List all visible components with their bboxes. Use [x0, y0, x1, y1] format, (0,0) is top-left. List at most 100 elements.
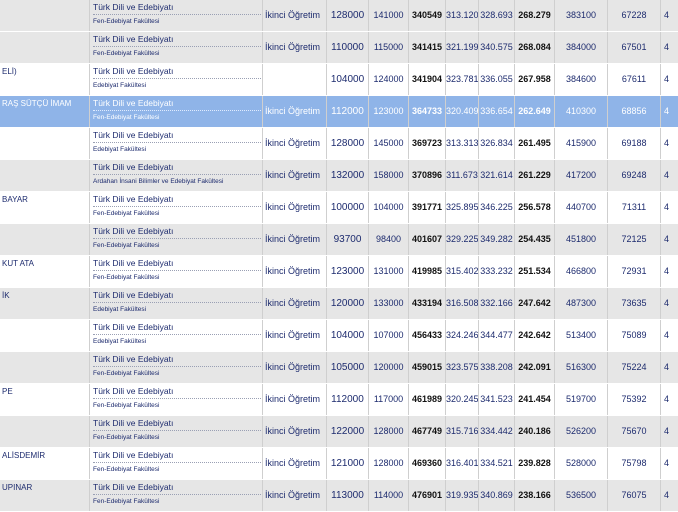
value-cell-8: 68856 [607, 96, 660, 127]
value-cell-2: 128000 [368, 416, 408, 447]
program-name-link[interactable]: Türk Dili ve Edebiyatı [93, 482, 261, 495]
base-score-cell: 238.166 [514, 480, 554, 511]
faculty-name: Fen-Edebiyat Fakültesi [93, 242, 160, 249]
program-name-link[interactable]: Türk Dili ve Edebiyatı [93, 98, 261, 111]
program-name-link[interactable]: Türk Dili ve Edebiyatı [93, 2, 261, 15]
value-cell-7: 410300 [554, 96, 607, 127]
value-cell-1: 128000 [326, 0, 368, 31]
score-cell-2: 344.477 [478, 320, 514, 351]
program-cell: Türk Dili ve Edebiyatı Fen-Edebiyat Fakül… [89, 96, 262, 127]
program-name-link[interactable]: Türk Dili ve Edebiyatı [93, 226, 261, 239]
table-row[interactable]: İK Türk Dili ve Edebiyatı Edebiyat Fakülte… [0, 288, 678, 320]
table-row[interactable]: Türk Dili ve Edebiyatı Fen-Edebiyat Fakül… [0, 32, 678, 64]
program-name-link[interactable]: Türk Dili ve Edebiyatı [93, 258, 261, 271]
table-row[interactable]: Türk Dili ve Edebiyatı Edebiyat Fakültesi… [0, 128, 678, 160]
education-type-cell: İkinci Öğretim [262, 32, 326, 63]
table-row[interactable]: Türk Dili ve Edebiyatı Edebiyat Fakültesi… [0, 320, 678, 352]
university-name-cell: RAŞ SÜTÇÜ İMAM [2, 99, 72, 108]
table-row[interactable]: UPINAR Türk Dili ve Edebiyatı Fen-Edebiyat… [0, 480, 678, 512]
value-cell-9: 4 [660, 352, 678, 383]
value-cell-9: 4 [660, 64, 678, 95]
program-name-link[interactable]: Türk Dili ve Edebiyatı [93, 450, 261, 463]
program-cell: Türk Dili ve Edebiyatı Edebiyat Fakültesi [89, 320, 262, 351]
table-row[interactable]: Türk Dili ve Edebiyatı Fen-Edebiyat Fakül… [0, 224, 678, 256]
score-cell-1: 313.120 [445, 0, 479, 31]
program-name-link[interactable]: Türk Dili ve Edebiyatı [93, 130, 261, 143]
value-cell-8: 73635 [607, 288, 660, 319]
program-name-link[interactable]: Türk Dili ve Edebiyatı [93, 162, 261, 175]
university-name-cell [0, 224, 89, 255]
base-score-cell: 242.642 [514, 320, 554, 351]
value-cell-2: 115000 [368, 32, 408, 63]
table-row[interactable]: BAYAR Türk Dili ve Edebiyatı Fen-Edebiyat … [0, 192, 678, 224]
score-cell-1: 323.575 [445, 352, 479, 383]
success-rank-cell: 433194 [408, 288, 445, 319]
value-cell-8: 71311 [607, 192, 660, 223]
value-cell-2: 141000 [368, 0, 408, 31]
score-cell-2: 334.521 [478, 448, 514, 479]
program-cell: Türk Dili ve Edebiyatı Edebiyat Fakültesi [89, 64, 262, 95]
value-cell-7: 536500 [554, 480, 607, 511]
success-rank-cell: 469360 [408, 448, 445, 479]
education-type-cell: İkinci Öğretim [262, 352, 326, 383]
value-cell-8: 67611 [607, 64, 660, 95]
value-cell-9: 4 [660, 192, 678, 223]
program-name-link[interactable]: Türk Dili ve Edebiyatı [93, 34, 261, 47]
score-cell-2: 346.225 [478, 192, 514, 223]
value-cell-1: 128000 [326, 128, 368, 159]
program-name-link[interactable]: Türk Dili ve Edebiyatı [93, 290, 261, 303]
value-cell-9: 4 [660, 480, 678, 511]
university-name-cell [0, 352, 89, 383]
program-name-link[interactable]: Türk Dili ve Edebiyatı [93, 386, 261, 399]
university-name-cell [0, 160, 89, 191]
faculty-name: Fen-Edebiyat Fakültesi [93, 114, 160, 121]
base-score-cell: 268.084 [514, 32, 554, 63]
success-rank-cell: 340549 [408, 0, 445, 31]
education-type-cell: İkinci Öğretim [262, 128, 326, 159]
value-cell-8: 75670 [607, 416, 660, 447]
program-name-link[interactable]: Türk Dili ve Edebiyatı [93, 322, 261, 335]
table-row[interactable]: KUT ATA Türk Dili ve Edebiyatı Fen-Edebiya… [0, 256, 678, 288]
table-row[interactable]: Türk Dili ve Edebiyatı Fen-Edebiyat Fakül… [0, 352, 678, 384]
value-cell-9: 4 [660, 128, 678, 159]
base-score-cell: 261.229 [514, 160, 554, 191]
table-row[interactable]: RAŞ SÜTÇÜ İMAM Türk Dili ve Edebiyatı Fen-… [0, 96, 678, 128]
value-cell-7: 440700 [554, 192, 607, 223]
value-cell-9: 4 [660, 320, 678, 351]
program-name-link[interactable]: Türk Dili ve Edebiyatı [93, 418, 261, 431]
table-row[interactable]: ELİ) Türk Dili ve Edebiyatı Edebiyat Fakül… [0, 64, 678, 96]
program-name-link[interactable]: Türk Dili ve Edebiyatı [93, 194, 261, 207]
table-row[interactable]: PE Türk Dili ve Edebiyatı Fen-Edebiyat Fak… [0, 384, 678, 416]
score-cell-2: 336.654 [478, 96, 514, 127]
university-name-cell: İK [2, 291, 10, 300]
faculty-name: Edebiyat Fakültesi [93, 146, 147, 153]
score-cell-2: 341.523 [478, 384, 514, 415]
value-cell-7: 417200 [554, 160, 607, 191]
value-cell-9: 4 [660, 416, 678, 447]
value-cell-7: 487300 [554, 288, 607, 319]
table-row[interactable]: Türk Dili ve Edebiyatı Fen-Edebiyat Fakül… [0, 0, 678, 32]
education-type-cell: İkinci Öğretim [262, 288, 326, 319]
success-rank-cell: 459015 [408, 352, 445, 383]
success-rank-cell: 341415 [408, 32, 445, 63]
faculty-name: Fen-Edebiyat Fakültesi [93, 274, 160, 281]
program-cell: Türk Dili ve Edebiyatı Fen-Edebiyat Fakül… [89, 384, 262, 415]
value-cell-1: 121000 [326, 448, 368, 479]
table-row[interactable]: ALİSDEMİR Türk Dili ve Edebiyatı Fen-Edebi… [0, 448, 678, 480]
faculty-name: Fen-Edebiyat Fakültesi [93, 210, 160, 217]
value-cell-8: 72125 [607, 224, 660, 255]
score-cell-2: 321.614 [478, 160, 514, 191]
program-name-link[interactable]: Türk Dili ve Edebiyatı [93, 354, 261, 367]
score-cell-2: 332.166 [478, 288, 514, 319]
score-cell-2: 349.282 [478, 224, 514, 255]
program-name-link[interactable]: Türk Dili ve Edebiyatı [93, 66, 261, 79]
value-cell-8: 67228 [607, 0, 660, 31]
university-name-cell: KUT ATA [2, 259, 35, 268]
score-cell-1: 319.935 [445, 480, 479, 511]
score-cell-1: 321.199 [445, 32, 479, 63]
table-row[interactable]: Türk Dili ve Edebiyatı Ardahan İnsani Bil… [0, 160, 678, 192]
value-cell-7: 526200 [554, 416, 607, 447]
program-cell: Türk Dili ve Edebiyatı Edebiyat Fakültesi [89, 128, 262, 159]
value-cell-2: 158000 [368, 160, 408, 191]
table-row[interactable]: Türk Dili ve Edebiyatı Fen-Edebiyat Fakül… [0, 416, 678, 448]
